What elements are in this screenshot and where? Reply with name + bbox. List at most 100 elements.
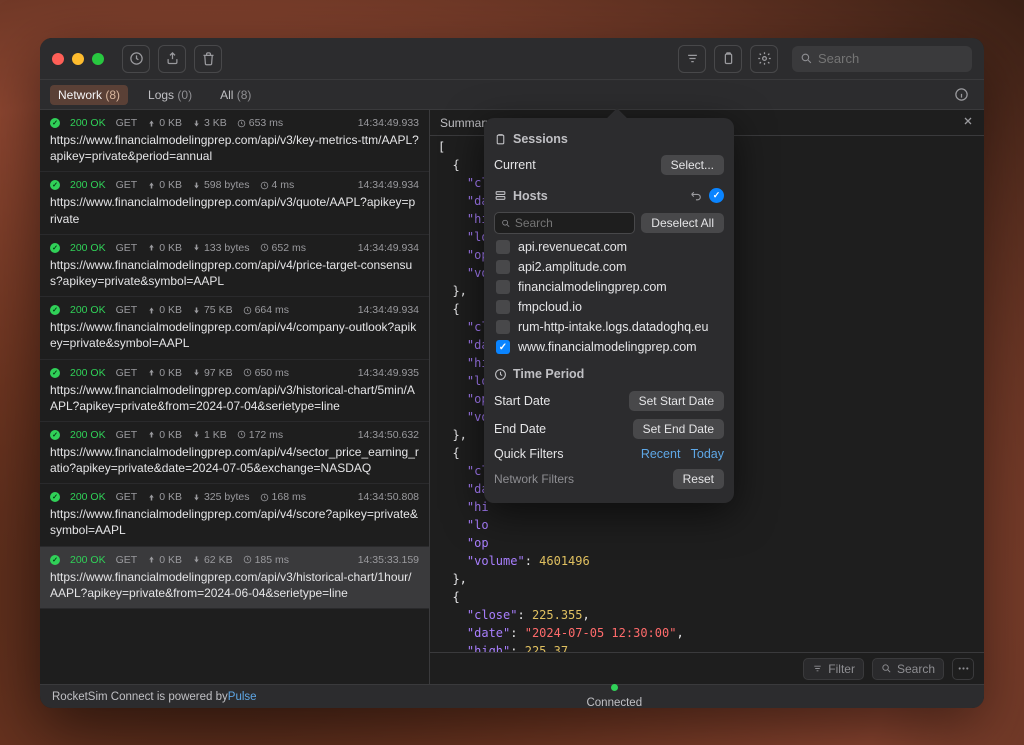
tab-network[interactable]: Network (8) xyxy=(50,85,128,105)
tab-all[interactable]: All (8) xyxy=(212,85,259,105)
minimize-window-button[interactable] xyxy=(72,53,84,65)
request-url: https://www.financialmodelingprep.com/ap… xyxy=(50,382,419,414)
search-box[interactable]: Search xyxy=(872,658,944,680)
host-item[interactable]: financialmodelingprep.com xyxy=(494,277,724,297)
titlebar xyxy=(40,38,984,80)
timestamp: 14:35:33.159 xyxy=(358,554,419,566)
filter-box[interactable]: Filter xyxy=(803,658,864,680)
download-size: 62 KB xyxy=(192,554,233,566)
download-size: 598 bytes xyxy=(192,179,250,191)
filter-icon[interactable] xyxy=(678,45,706,73)
titlebar-search-input[interactable] xyxy=(818,51,938,66)
clock-small-icon xyxy=(494,368,507,381)
status-bar: RocketSim Connect is powered by Pulse Co… xyxy=(40,684,984,708)
close-icon[interactable] xyxy=(962,115,974,130)
host-checkbox[interactable] xyxy=(496,300,510,314)
request-url: https://www.financialmodelingprep.com/ap… xyxy=(50,506,419,538)
hosts-header: Hosts xyxy=(513,189,548,203)
quick-today-link[interactable]: Today xyxy=(691,447,724,461)
status-code: 200 OK xyxy=(70,242,106,254)
quick-recent-link[interactable]: Recent xyxy=(641,447,681,461)
tab-logs[interactable]: Logs (0) xyxy=(140,85,200,105)
undo-icon[interactable] xyxy=(690,189,703,202)
clock-icon[interactable] xyxy=(122,45,150,73)
clipboard-icon[interactable] xyxy=(714,45,742,73)
search-icon xyxy=(881,663,892,674)
duration: 653 ms xyxy=(237,117,283,129)
host-item[interactable]: www.financialmodelingprep.com xyxy=(494,337,724,357)
host-checkbox[interactable] xyxy=(496,260,510,274)
network-filters-label: Network Filters xyxy=(494,472,574,486)
filter-popover: Sessions Current Select... Hosts ✓ Desel… xyxy=(484,118,734,503)
tab-strip: Network (8) Logs (0) All (8) xyxy=(40,80,984,110)
hosts-search-input[interactable] xyxy=(515,216,628,230)
status-code: 200 OK xyxy=(70,554,106,566)
time-header: Time Period xyxy=(513,367,584,381)
request-row[interactable]: ✓ 200 OK GET 0 KB 97 KB 650 ms 14:34:49.… xyxy=(40,360,429,422)
connection-status: Connected xyxy=(586,697,642,708)
request-url: https://www.financialmodelingprep.com/ap… xyxy=(50,257,419,289)
download-size: 97 KB xyxy=(192,367,233,379)
request-row[interactable]: ✓ 200 OK GET 0 KB 75 KB 664 ms 14:34:49.… xyxy=(40,297,429,359)
info-icon[interactable] xyxy=(948,82,974,108)
download-size: 75 KB xyxy=(192,304,233,316)
zoom-window-button[interactable] xyxy=(92,53,104,65)
host-name: rum-http-intake.logs.datadoghq.eu xyxy=(518,320,708,334)
status-dot: ✓ xyxy=(50,243,60,253)
host-item[interactable]: fmpcloud.io xyxy=(494,297,724,317)
brand-link[interactable]: Pulse xyxy=(228,691,257,703)
host-item[interactable]: api2.amplitude.com xyxy=(494,257,724,277)
download-size: 3 KB xyxy=(192,117,227,129)
set-end-date-button[interactable]: Set End Date xyxy=(633,419,724,439)
host-item[interactable]: api.revenuecat.com xyxy=(494,237,724,257)
status-code: 200 OK xyxy=(70,367,106,379)
http-method: GET xyxy=(116,179,138,191)
request-row[interactable]: ✓ 200 OK GET 0 KB 325 bytes 168 ms 14:34… xyxy=(40,484,429,546)
timestamp: 14:34:49.934 xyxy=(358,179,419,191)
deselect-all-button[interactable]: Deselect All xyxy=(641,213,724,233)
timestamp: 14:34:50.808 xyxy=(358,491,419,503)
http-method: GET xyxy=(116,554,138,566)
search-icon xyxy=(501,218,511,229)
host-checkbox[interactable] xyxy=(496,320,510,334)
trash-icon[interactable] xyxy=(194,45,222,73)
connection-indicator xyxy=(611,684,618,691)
upload-size: 0 KB xyxy=(147,117,182,129)
more-icon[interactable] xyxy=(952,658,974,680)
request-row[interactable]: ✓ 200 OK GET 0 KB 598 bytes 4 ms 14:34:4… xyxy=(40,172,429,234)
sessions-icon xyxy=(494,133,507,146)
duration: 664 ms xyxy=(243,304,289,316)
close-window-button[interactable] xyxy=(52,53,64,65)
host-checkbox[interactable] xyxy=(496,340,510,354)
share-icon[interactable] xyxy=(158,45,186,73)
status-dot: ✓ xyxy=(50,368,60,378)
upload-size: 0 KB xyxy=(147,179,182,191)
request-row[interactable]: ✓ 200 OK GET 0 KB 1 KB 172 ms 14:34:50.6… xyxy=(40,422,429,484)
upload-size: 0 KB xyxy=(147,429,182,441)
status-dot: ✓ xyxy=(50,118,60,128)
request-row[interactable]: ✓ 200 OK GET 0 KB 62 KB 185 ms 14:35:33.… xyxy=(40,547,429,609)
status-dot: ✓ xyxy=(50,555,60,565)
host-checkbox[interactable] xyxy=(496,240,510,254)
http-method: GET xyxy=(116,491,138,503)
applied-badge: ✓ xyxy=(709,188,724,203)
hosts-search[interactable] xyxy=(494,212,635,234)
titlebar-search[interactable] xyxy=(792,46,972,72)
request-url: https://www.financialmodelingprep.com/ap… xyxy=(50,444,419,476)
reset-button[interactable]: Reset xyxy=(673,469,724,489)
session-select-button[interactable]: Select... xyxy=(661,155,724,175)
status-code: 200 OK xyxy=(70,117,106,129)
set-start-date-button[interactable]: Set Start Date xyxy=(629,391,724,411)
request-row[interactable]: ✓ 200 OK GET 0 KB 133 bytes 652 ms 14:34… xyxy=(40,235,429,297)
host-checkbox[interactable] xyxy=(496,280,510,294)
request-url: https://www.financialmodelingprep.com/ap… xyxy=(50,132,419,164)
request-url: https://www.financialmodelingprep.com/ap… xyxy=(50,319,419,351)
status-dot: ✓ xyxy=(50,305,60,315)
gear-icon[interactable] xyxy=(750,45,778,73)
hosts-list: api.revenuecat.com api2.amplitude.com fi… xyxy=(494,237,724,357)
timestamp: 14:34:49.934 xyxy=(358,242,419,254)
host-name: api2.amplitude.com xyxy=(518,260,626,274)
host-item[interactable]: rum-http-intake.logs.datadoghq.eu xyxy=(494,317,724,337)
request-row[interactable]: ✓ 200 OK GET 0 KB 3 KB 653 ms 14:34:49.9… xyxy=(40,110,429,172)
download-size: 325 bytes xyxy=(192,491,250,503)
